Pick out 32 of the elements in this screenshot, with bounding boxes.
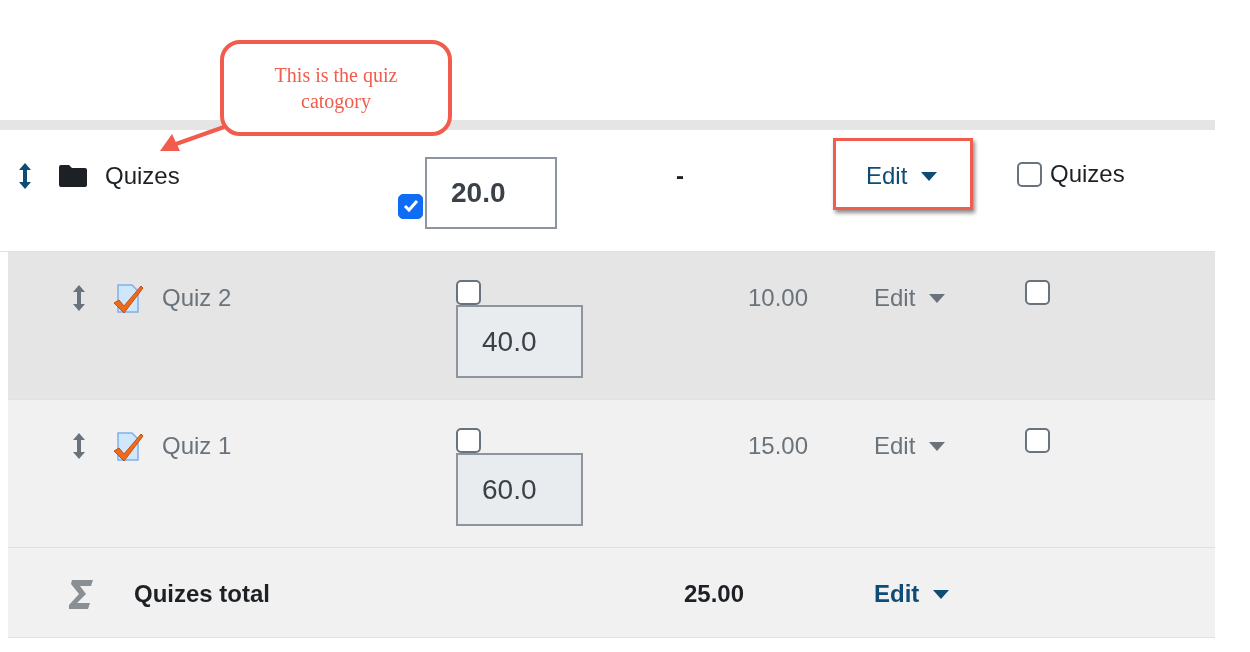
- edit-menu-button[interactable]: Edit: [874, 430, 946, 462]
- folder-icon: [58, 164, 88, 188]
- caret-icon: [929, 293, 946, 303]
- weight-field[interactable]: 20.0: [425, 157, 557, 229]
- select-checkbox[interactable]: [1025, 428, 1050, 453]
- item-name: Quiz 1: [162, 431, 232, 461]
- caret-icon: [933, 589, 950, 599]
- max-grade: 15.00: [747, 432, 808, 459]
- tick-icon: [402, 199, 419, 214]
- select-checkbox[interactable]: [1017, 161, 1042, 187]
- edit-menu-button[interactable]: Edit: [866, 160, 938, 192]
- weight-checkbox[interactable]: [398, 193, 423, 219]
- max-grade: 10.00: [747, 284, 808, 311]
- item-name: Quiz 2: [162, 283, 232, 313]
- callout-text: This is the quiz catogory: [273, 63, 399, 114]
- caret-icon: [921, 171, 938, 181]
- select-checkbox[interactable]: [1025, 280, 1050, 305]
- item-name: Quizes: [105, 161, 180, 191]
- edit-menu-button[interactable]: Edit: [874, 282, 946, 314]
- weight-checkbox[interactable]: [456, 280, 481, 305]
- weight-field[interactable]: 60.0: [456, 453, 583, 526]
- checkbox-label: Quizes: [1050, 159, 1125, 189]
- quiz-icon: [113, 430, 145, 462]
- item-name: Quizes total: [134, 579, 271, 609]
- edit-menu-button[interactable]: Edit: [874, 578, 950, 610]
- max-grade: -: [676, 162, 684, 189]
- max-grade: 25.00: [684, 580, 745, 607]
- sigma-icon: [68, 578, 94, 610]
- quiz-icon: [113, 282, 145, 314]
- caret-icon: [929, 441, 946, 451]
- weight-field[interactable]: 40.0: [456, 305, 583, 378]
- weight-checkbox[interactable]: [456, 428, 481, 453]
